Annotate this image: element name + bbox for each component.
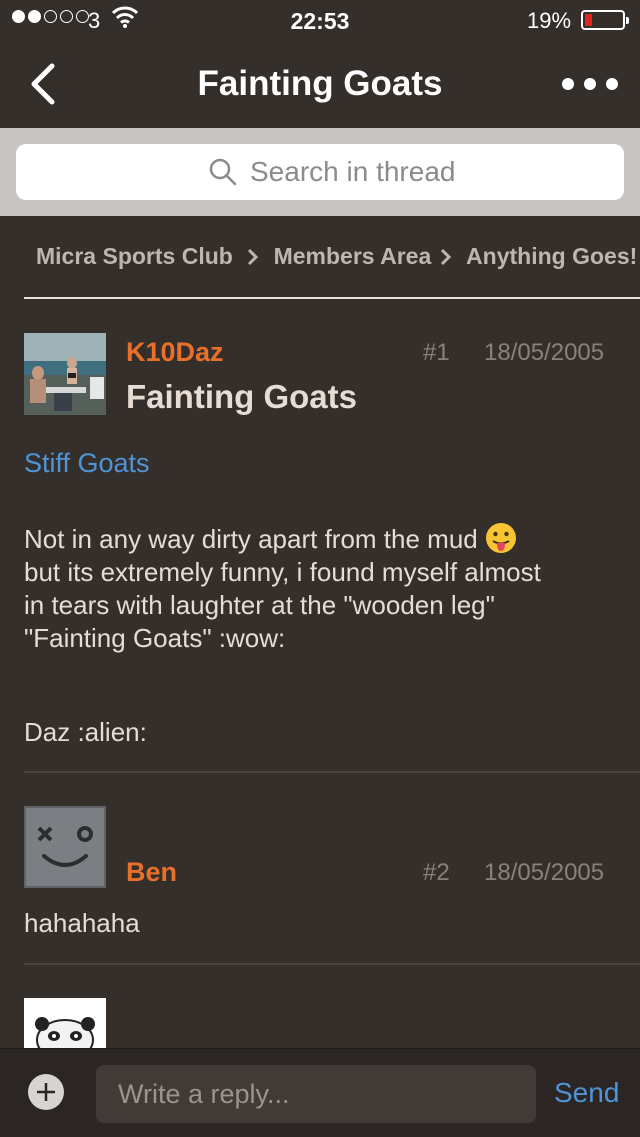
battery-percentage: 19% [527, 8, 572, 33]
post-body-line: in tears with laughter at the "wooden le… [24, 590, 495, 620]
post-author[interactable]: Ben [126, 857, 177, 888]
chevron-right-icon [248, 248, 259, 265]
avatar[interactable] [24, 333, 106, 415]
breadcrumb: Micra Sports Club Members Area Anything … [36, 242, 640, 274]
avatar[interactable] [24, 806, 106, 888]
breadcrumb-divider [24, 297, 640, 299]
send-button[interactable]: Send [554, 1077, 619, 1109]
add-attachment-icon[interactable] [27, 1073, 65, 1111]
post-body-line: Not in any way dirty apart from the mud [24, 524, 485, 554]
back-chevron-icon[interactable] [22, 56, 72, 112]
page-title: Fainting Goats [197, 64, 443, 103]
search-placeholder: Search in thread [250, 156, 456, 187]
chevron-right-icon [440, 248, 451, 265]
breadcrumb-item-micra-sports-club[interactable]: Micra Sports Club [36, 243, 233, 270]
post-divider [24, 771, 640, 773]
post-body: Not in any way dirty apart from the mud … [24, 522, 624, 655]
status-bar: 3 22:53 19% [0, 0, 640, 40]
post-date: 18/05/2005 [484, 859, 605, 886]
breadcrumb-item-anything-goes[interactable]: Anything Goes! [466, 243, 637, 270]
more-options-icon[interactable] [555, 70, 625, 98]
navigation-bar: Fainting Goats [0, 40, 640, 128]
post-author[interactable]: K10Daz [126, 337, 224, 368]
post-signoff: Daz :alien: [24, 717, 147, 747]
post-body-line: "Fainting Goats" :wow: [24, 623, 286, 653]
post-number: #1 [423, 339, 450, 366]
post-date: 18/05/2005 [484, 339, 605, 366]
post-divider [24, 963, 640, 965]
tongue-emoji-icon [485, 523, 516, 553]
post-body: hahahaha [24, 908, 140, 938]
post-title: Fainting Goats [126, 378, 357, 415]
search-bar-container: Search in thread [0, 128, 640, 216]
search-icon [209, 158, 237, 186]
post-number: #2 [423, 859, 450, 886]
post-body-line: but its extremely funny, i found myself … [24, 557, 541, 587]
battery-level [585, 14, 592, 26]
search-input[interactable]: Search in thread [16, 144, 624, 200]
reply-bar: Send [0, 1048, 640, 1137]
avatar[interactable] [24, 998, 106, 1048]
reply-input[interactable] [96, 1065, 536, 1123]
breadcrumb-item-members-area[interactable]: Members Area [274, 243, 432, 270]
post-link[interactable]: Stiff Goats [24, 448, 150, 479]
battery-icon [581, 10, 629, 30]
